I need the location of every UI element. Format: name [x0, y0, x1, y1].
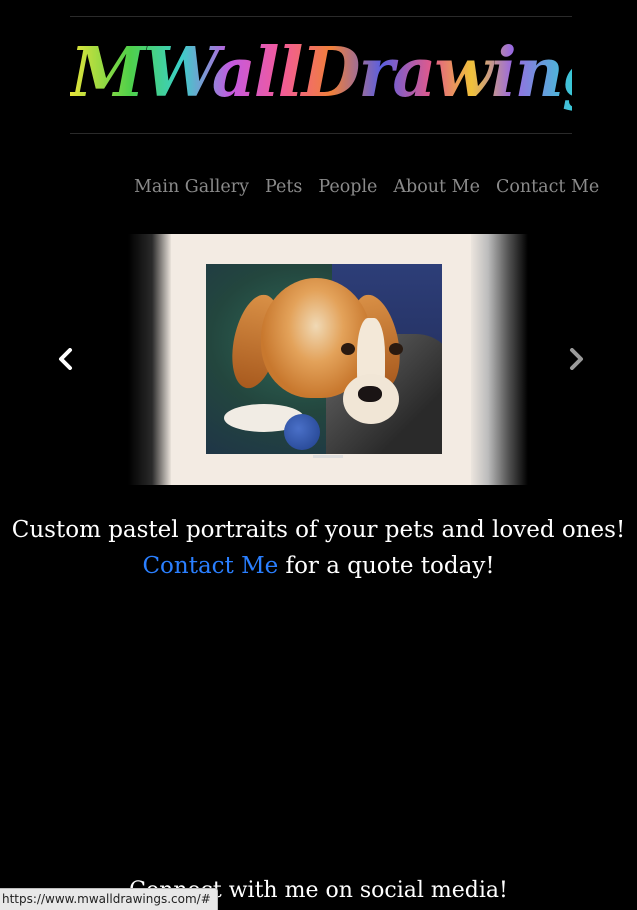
carousel-next-button[interactable]: [562, 344, 592, 374]
cta-text: for a quote today!: [278, 553, 495, 579]
contact-me-link[interactable]: Contact Me: [142, 553, 278, 579]
slide-indicator[interactable]: [313, 455, 343, 458]
nav-item-main-gallery[interactable]: Main Gallery: [134, 173, 249, 201]
carousel-slide[interactable]: [128, 234, 528, 485]
logo-text: MWallDrawings: [70, 17, 637, 129]
nav-item-people[interactable]: People: [318, 173, 377, 201]
nav-item-about-me[interactable]: About Me: [393, 173, 480, 201]
cta-line: Contact Me for a quote today!: [0, 548, 637, 584]
slide-mat: [171, 234, 471, 485]
main-nav: Main Gallery Pets People About Me Contac…: [134, 173, 599, 201]
tagline: Custom pastel portraits of your pets and…: [11, 517, 626, 543]
carousel-prev-button[interactable]: [50, 344, 80, 374]
site-logo[interactable]: MWallDrawings: [70, 16, 637, 134]
nav-item-contact-me[interactable]: Contact Me: [496, 173, 599, 201]
beagle-portrait-image: [206, 264, 442, 454]
chevron-right-icon: [570, 348, 583, 370]
status-bar-url: https://www.mwalldrawings.com/#: [0, 888, 218, 910]
chevron-left-icon: [59, 348, 72, 370]
image-carousel: [0, 234, 637, 485]
nav-item-pets[interactable]: Pets: [265, 173, 302, 201]
